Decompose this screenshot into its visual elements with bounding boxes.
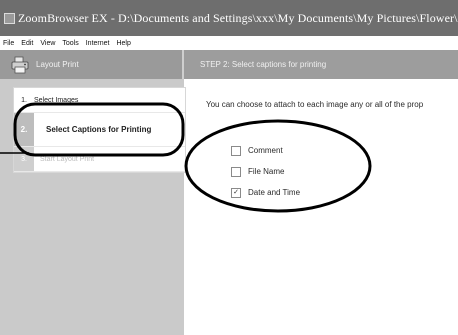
option-comment[interactable]: Comment	[231, 140, 300, 161]
step-number: 3.	[14, 147, 34, 171]
menu-tools[interactable]: Tools	[62, 40, 78, 47]
window-title: ZoomBrowser EX - D:\Documents and Settin…	[18, 10, 458, 25]
menu-view[interactable]: View	[40, 40, 55, 47]
step-heading: STEP 2: Select captions for printing	[200, 60, 327, 69]
menu-internet[interactable]: Internet	[86, 40, 110, 47]
menu-edit[interactable]: Edit	[21, 40, 33, 47]
comment-checkbox[interactable]	[231, 145, 241, 156]
step-start-layout-print[interactable]: 3. Start Layout Print	[14, 147, 185, 172]
menu-help[interactable]: Help	[116, 40, 130, 47]
step-label: Select Captions for Printing	[46, 125, 152, 134]
step-label: Start Layout Print	[40, 155, 95, 163]
toolbar-title: Layout Print	[36, 60, 79, 69]
window-titlebar: ZoomBrowser EX - D:\Documents and Settin…	[0, 0, 458, 36]
layout-print-icon	[11, 56, 29, 73]
step-label: Select Images	[34, 96, 79, 104]
file-name-checkbox[interactable]	[231, 166, 241, 177]
menu-file[interactable]: File	[3, 40, 14, 47]
step-number: 2.	[14, 113, 34, 146]
main-panel: You can choose to attach to each image a…	[186, 79, 458, 335]
caption-options: Comment File Name ✓ Date and Time	[231, 140, 300, 203]
layout-print-toolbar: Layout Print STEP 2: Select captions for…	[0, 50, 458, 79]
option-file-name[interactable]: File Name	[231, 161, 300, 182]
step-sidebar: 1. Select Images 2. Select Captions for …	[0, 79, 186, 335]
step-select-images[interactable]: 1. Select Images	[14, 88, 185, 113]
layout-print-header: Layout Print	[0, 50, 184, 79]
step-number: 1.	[21, 96, 27, 104]
app-icon	[4, 12, 15, 24]
date-time-checkbox[interactable]: ✓	[231, 187, 241, 198]
instruction-text: You can choose to attach to each image a…	[206, 100, 424, 109]
menubar: File Edit View Tools Internet Help	[0, 36, 458, 50]
step-select-captions[interactable]: 2. Select Captions for Printing	[14, 113, 185, 147]
option-label: Comment	[248, 146, 283, 155]
option-label: File Name	[248, 167, 285, 176]
checkmark-icon: ✓	[233, 189, 239, 196]
option-label: Date and Time	[248, 188, 301, 197]
step-list: 1. Select Images 2. Select Captions for …	[13, 87, 186, 173]
option-date-time[interactable]: ✓ Date and Time	[231, 182, 300, 203]
